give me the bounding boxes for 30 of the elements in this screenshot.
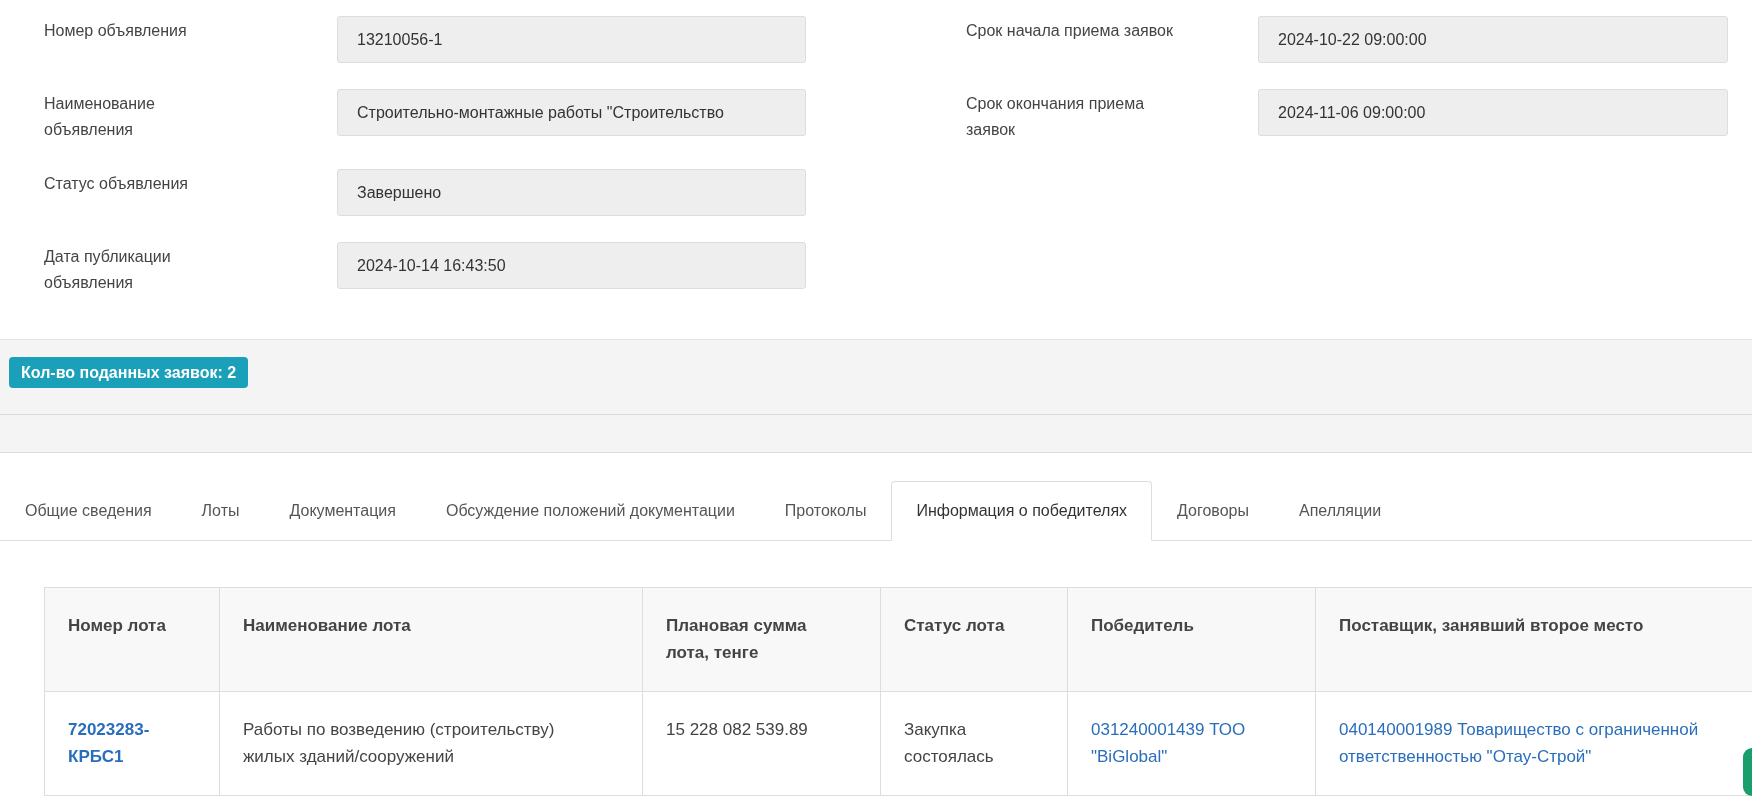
- column-header: Статус лота: [880, 587, 1068, 692]
- tab[interactable]: Обсуждение положений документации: [420, 481, 760, 541]
- tab[interactable]: Договоры: [1152, 481, 1274, 541]
- field-label: Срок окончания приема заявок: [966, 94, 1146, 140]
- table-cell: Работы по возведению (строительству) жилых зданий/сооружений: [219, 691, 643, 796]
- column-header: Поставщик, занявший второе место: [1315, 587, 1752, 692]
- readonly-field[interactable]: Завершено: [337, 169, 806, 216]
- tab[interactable]: Протоколы: [759, 481, 892, 541]
- field-label: Дата публикации объявления: [44, 247, 172, 293]
- readonly-field[interactable]: 13210056-1: [337, 16, 806, 63]
- field-label: Номер объявления: [44, 21, 188, 41]
- tab[interactable]: Лоты: [176, 481, 265, 541]
- tab[interactable]: Апелляции: [1274, 481, 1407, 541]
- readonly-field[interactable]: 2024-10-14 16:43:50: [337, 242, 806, 289]
- tab[interactable]: Информация о победителях: [891, 481, 1153, 541]
- field-label: Статус объявления: [44, 174, 190, 194]
- field-label: Срок начала приема заявок: [966, 21, 1174, 41]
- field-label: Наименование объявления: [44, 94, 156, 140]
- tab[interactable]: Общие сведения: [0, 481, 177, 541]
- column-header: Плановая сумма лота, тенге: [642, 587, 881, 692]
- applications-count-badge: Кол-во поданных заявок: 2: [9, 357, 249, 388]
- readonly-field[interactable]: 2024-10-22 09:00:00: [1258, 16, 1728, 63]
- column-header: Номер лота: [44, 587, 220, 692]
- column-header: Победитель: [1067, 587, 1316, 692]
- table-cell: Закупка состоялась: [880, 691, 1068, 796]
- readonly-field[interactable]: Строительно-монтажные работы "Строительство: [337, 89, 806, 136]
- readonly-field[interactable]: 2024-11-06 09:00:00: [1258, 89, 1728, 136]
- column-header: Наименование лота: [219, 587, 643, 692]
- table-cell: 15 228 082 539.89: [642, 691, 881, 796]
- tab[interactable]: Документация: [264, 481, 421, 541]
